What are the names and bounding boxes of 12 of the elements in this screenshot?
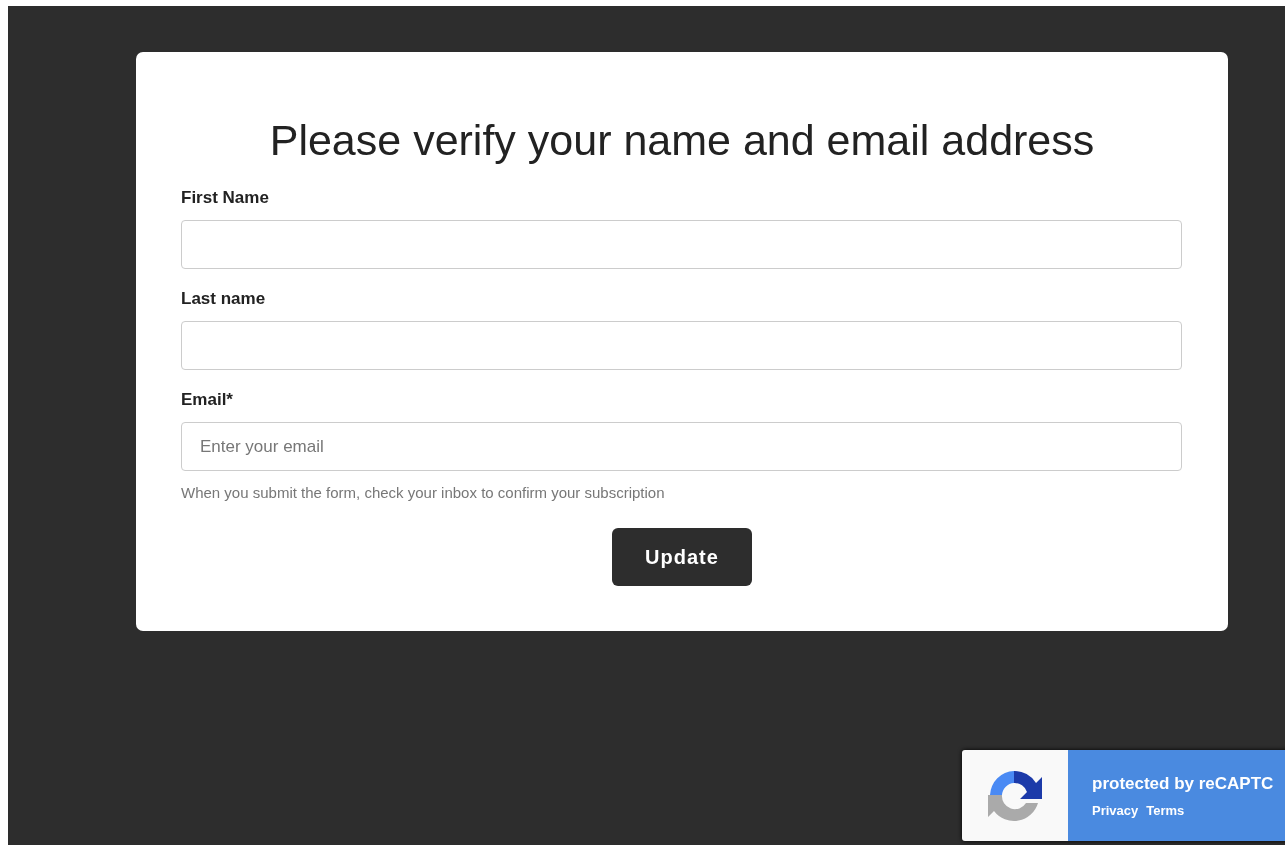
field-label: First Name [181, 188, 270, 208]
badge-link[interactable]: Privacy [1092, 803, 1139, 818]
form-title: Please verify your name and email address [268, 115, 1096, 166]
input-field[interactable] [181, 321, 1182, 370]
field-label: Last name [181, 289, 267, 309]
update-button[interactable]: Update [612, 528, 752, 586]
badge-link[interactable]: Terms [1146, 803, 1185, 818]
badge-text: protected by reCAPTC [1092, 774, 1275, 794]
input-field[interactable] [181, 220, 1182, 269]
help-text: When you submit the form, check your inbox to confirm your subscription [181, 484, 666, 501]
field-label: Email* [181, 390, 234, 410]
input-field[interactable]: Enter your email [181, 422, 1182, 471]
